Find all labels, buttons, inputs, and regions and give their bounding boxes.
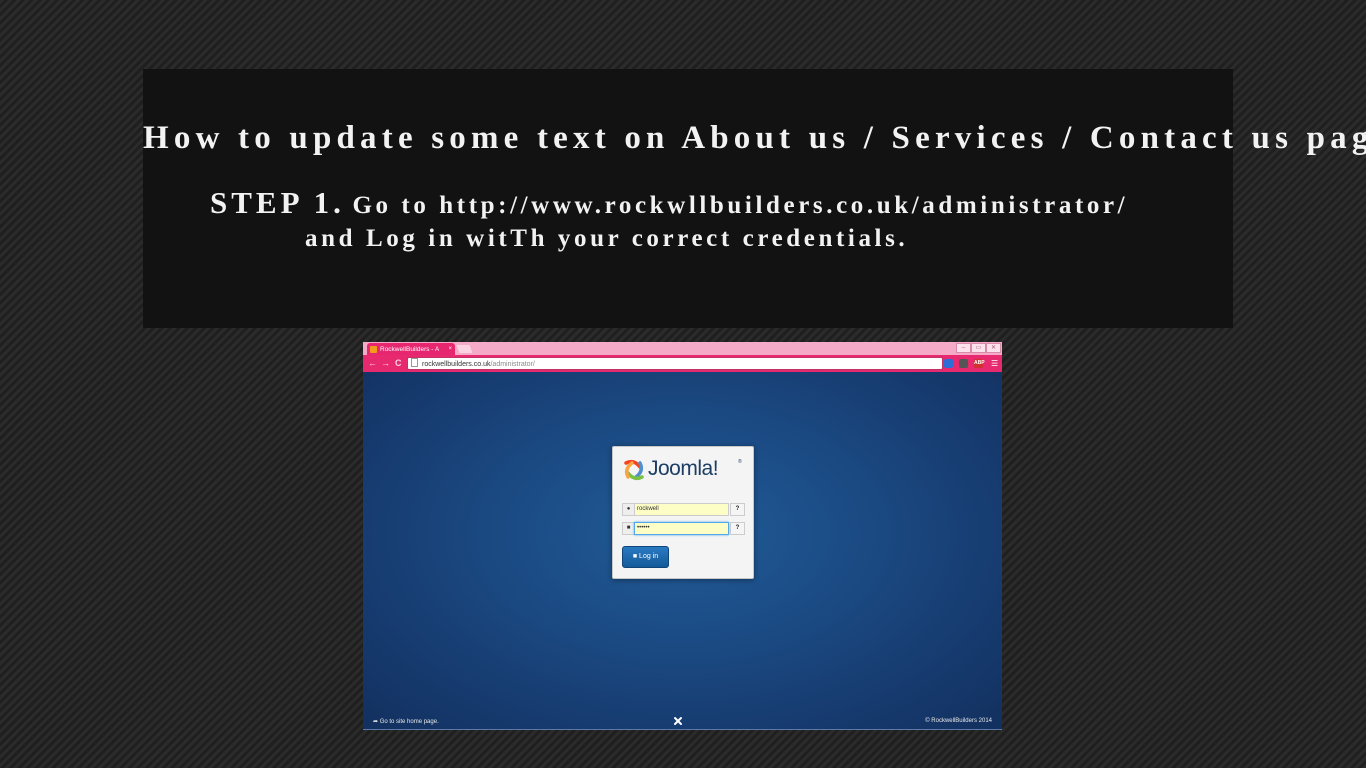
address-bar[interactable]: rockwellbuilders.co.uk/administrator/ <box>407 357 943 370</box>
reload-icon[interactable]: C <box>395 358 402 368</box>
page-footer: ➦ Go to site home page. © RockwellBuilde… <box>363 714 1002 730</box>
bookmark-star-icon[interactable]: ☆ <box>930 358 938 368</box>
joomla-logo: Joomla! ® <box>622 457 744 485</box>
instruction-banner: How to update some text on About us / Se… <box>143 69 1366 328</box>
page-icon <box>411 358 418 367</box>
extension-shield-icon[interactable] <box>959 359 968 368</box>
close-window-button[interactable]: ✕ <box>986 343 1001 353</box>
tab-title: RockwellBuilders - A <box>380 345 440 353</box>
menu-icon[interactable]: ☰ <box>991 359 998 368</box>
step-text-line2: and Log in witTh your correct credential… <box>305 225 909 252</box>
tab-close-icon[interactable]: × <box>448 346 452 352</box>
url-domain: rockwellbuilders.co.uk <box>422 361 491 368</box>
minimize-button[interactable]: – <box>956 343 971 353</box>
browser-tab[interactable]: RockwellBuilders - A × <box>367 343 455 355</box>
password-field: ■ •••••• ? <box>622 522 745 535</box>
browser-toolbar: ← → C rockwellbuilders.co.uk/administrat… <box>363 355 1002 372</box>
step-1-line: STEP 1. Go to http://www.rockwllbuilders… <box>210 185 1128 221</box>
step-text-line1: Go to http://www.rockwllbuilders.co.uk/a… <box>352 192 1129 219</box>
joomla-footer-icon[interactable] <box>673 716 683 726</box>
browser-screenshot: RockwellBuilders - A × – ▭ ✕ ← → C rockw… <box>363 342 1002 730</box>
url-path: /administrator/ <box>490 361 535 368</box>
joomla-login-page: Joomla! ® ● rockwell ? ■ •••••• ? ■ Log … <box>363 372 1002 730</box>
new-tab-button[interactable] <box>456 345 473 353</box>
adblock-plus-icon[interactable]: ABP <box>974 359 985 368</box>
bottom-divider <box>363 729 1002 730</box>
site-home-link[interactable]: ➦ Go to site home page. <box>373 718 439 725</box>
step-label: STEP 1. <box>210 185 345 220</box>
joomla-logo-icon <box>624 459 644 481</box>
slide-title: How to update some text on About us / Se… <box>143 120 1366 156</box>
login-button[interactable]: ■ Log in <box>622 546 669 568</box>
copyright-text: © RockwellBuilders 2014 <box>925 718 992 724</box>
username-input[interactable]: rockwell <box>634 503 729 516</box>
maximize-button[interactable]: ▭ <box>971 343 986 353</box>
site-home-link-label: Go to site home page. <box>379 719 439 725</box>
registered-mark: ® <box>738 459 742 465</box>
extension-folder-icon[interactable] <box>944 359 953 368</box>
joomla-logo-text: Joomla! <box>648 457 719 480</box>
joomla-favicon-icon <box>370 345 377 353</box>
password-input[interactable]: •••••• <box>634 522 729 535</box>
username-help-button[interactable]: ? <box>730 503 745 516</box>
back-icon[interactable]: ← <box>368 358 377 368</box>
share-icon: ➦ <box>373 719 379 725</box>
forward-icon[interactable]: → <box>381 358 390 368</box>
login-panel: Joomla! ® ● rockwell ? ■ •••••• ? ■ Log … <box>612 446 754 579</box>
username-field: ● rockwell ? <box>622 503 745 516</box>
tab-strip: RockwellBuilders - A × – ▭ ✕ <box>363 342 1002 355</box>
login-button-label: Log in <box>639 553 659 560</box>
password-help-button[interactable]: ? <box>730 522 745 535</box>
